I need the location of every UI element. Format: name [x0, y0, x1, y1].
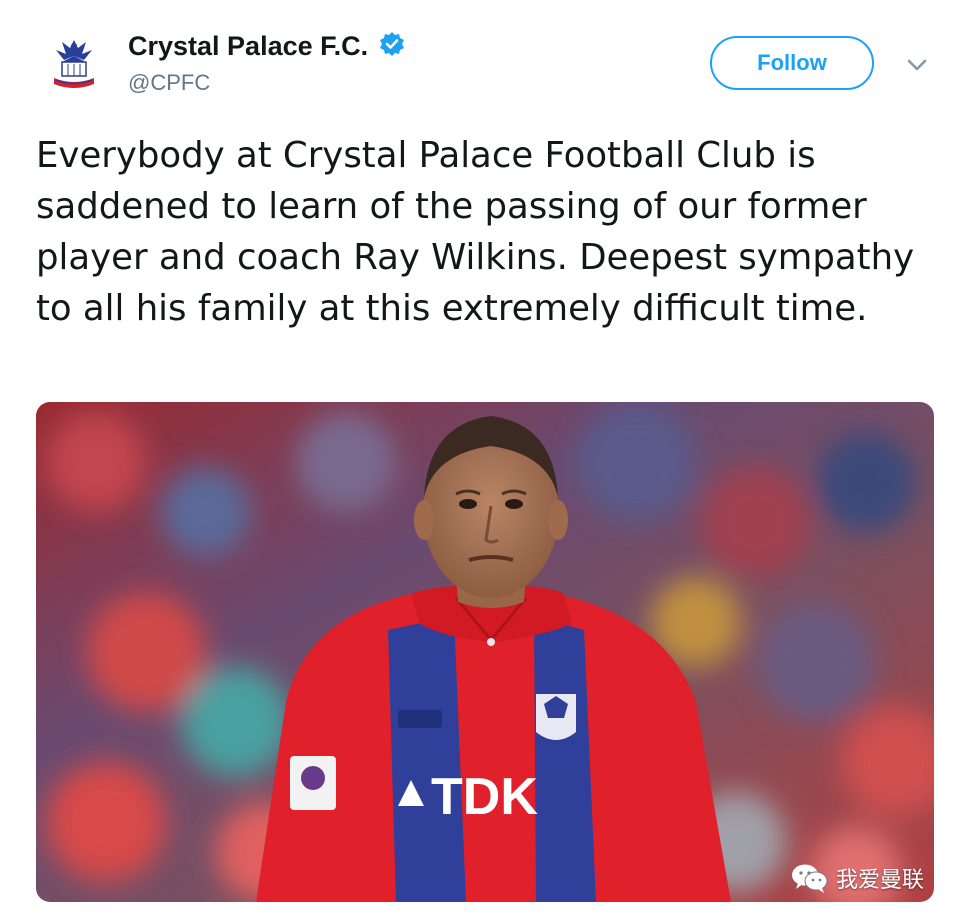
wechat-icon: [790, 862, 830, 894]
follow-button[interactable]: Follow: [710, 36, 874, 90]
crystal-palace-crest-icon[interactable]: [44, 34, 104, 94]
shirt-sponsor-text: TDK: [431, 768, 538, 826]
author-handle[interactable]: @CPFC: [128, 70, 405, 96]
author-display-name[interactable]: Crystal Palace F.C.: [128, 30, 368, 62]
verified-badge-icon: [379, 31, 405, 57]
tweet-text: Everybody at Crystal Palace Football Clu…: [36, 135, 915, 329]
tweet-header: Crystal Palace F.C. @CPFC Follow: [0, 0, 962, 110]
tweet-card: Crystal Palace F.C. @CPFC Follow Everybo…: [0, 0, 962, 921]
chevron-down-icon[interactable]: [904, 56, 930, 74]
author-block[interactable]: Crystal Palace F.C. @CPFC: [128, 30, 405, 96]
watermark-text: 我爱曼联: [836, 868, 925, 893]
watermark: 我爱曼联: [790, 862, 924, 894]
tweet-photo[interactable]: TDK: [36, 402, 934, 902]
